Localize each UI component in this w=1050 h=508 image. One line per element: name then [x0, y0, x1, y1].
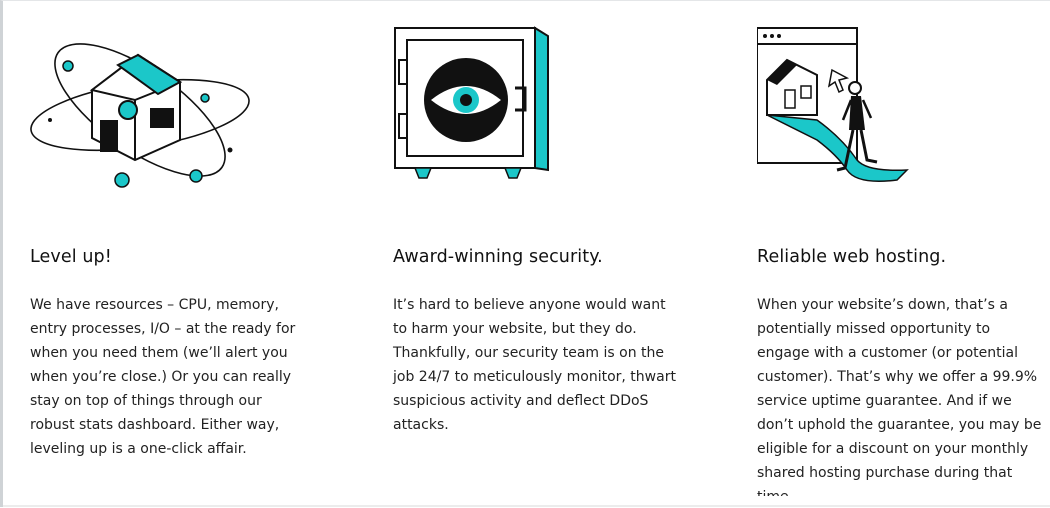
browser-walker-icon: [757, 27, 909, 182]
feature-description: It’s hard to believe anyone would want t…: [393, 297, 676, 433]
feature-title: Reliable web hosting.: [757, 247, 947, 267]
feature-title: Award-winning security.: [393, 247, 603, 267]
feature-description: When your website’s down, that’s a poten…: [757, 297, 1042, 496]
house-orbit-icon: [30, 43, 250, 188]
feature-title: Level up!: [30, 247, 112, 267]
feature-description: We have resources – CPU, memory, entry p…: [30, 297, 296, 457]
vault-eye-icon: [394, 26, 549, 179]
